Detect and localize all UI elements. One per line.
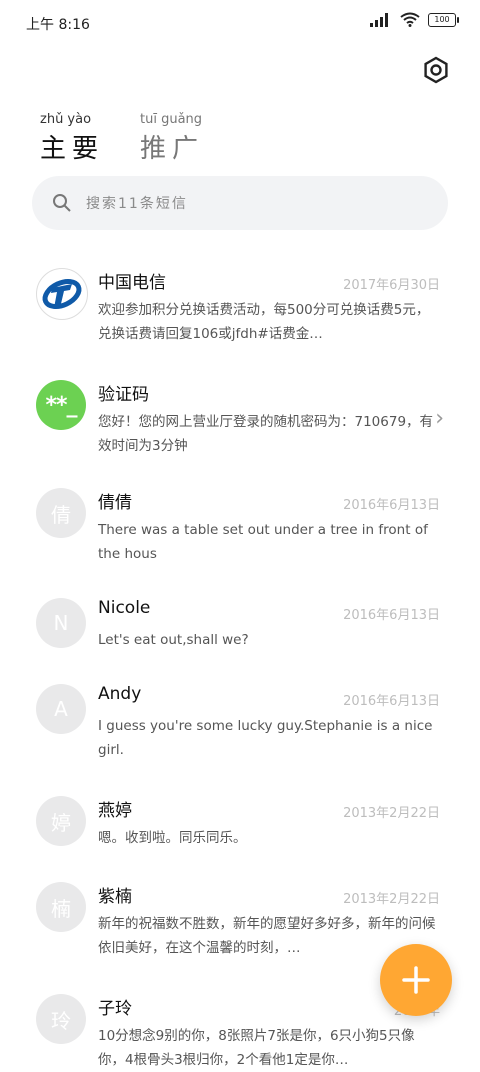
message-date: 2016年6月13日 <box>343 608 440 623</box>
status-icons: 100 <box>370 12 459 27</box>
signal-icon <box>370 12 388 27</box>
wifi-icon <box>400 12 420 27</box>
settings-button[interactable] <box>422 56 450 84</box>
avatar: 玲 <box>36 994 86 1044</box>
tab-primary-pinyin: zhǔ yào <box>40 112 92 127</box>
contact-name: 紫楠 <box>98 887 132 907</box>
message-preview: 10分想念9别的你，8张照片7张是你，6只小狗5只像你，4根骨头3根归你，2个看… <box>98 1028 415 1068</box>
status-time: 上午 8:16 <box>26 17 90 33</box>
contact-name: 燕婷 <box>98 801 132 821</box>
search-bar[interactable]: 搜索11条短信 <box>32 176 448 230</box>
avatar: A <box>36 684 86 734</box>
message-date: 2013年2月22日 <box>343 806 440 821</box>
tab-promotions-label: 推广 <box>140 134 205 164</box>
message-date: 2017年6月30日 <box>343 278 440 293</box>
message-date: 2016年6月13日 <box>343 694 440 709</box>
chevron-right-icon[interactable]: › <box>435 406 444 431</box>
new-message-button[interactable] <box>380 944 452 1016</box>
message-preview: 您好！您的网上营业厅登录的随机密码为：710679，有效时间为3分钟 <box>98 414 434 454</box>
tab-primary-label: 主要 <box>40 134 105 164</box>
message-preview: Let's eat out,shall we? <box>98 632 249 648</box>
contact-name: 倩倩 <box>98 493 132 513</box>
contact-name: 中国电信 <box>98 273 166 293</box>
message-date: 2013年2月22日 <box>343 892 440 907</box>
battery-icon: 100 <box>428 12 459 27</box>
message-preview: There was a table set out under a tree i… <box>98 522 428 562</box>
contact-name: Andy <box>98 684 142 704</box>
avatar: N <box>36 598 86 648</box>
message-date: 2016年6月13日 <box>343 498 440 513</box>
status-bar: 上午 8:16 100 <box>0 0 480 44</box>
message-preview: 欢迎参加积分兑换话费活动，每500分可兑换话费5元，兑换话费请回复106或jfd… <box>98 302 430 342</box>
avatar: **_ <box>36 380 86 430</box>
tab-promotions[interactable]: tuī guǎng 推广 <box>140 112 204 165</box>
gear-icon <box>424 56 448 84</box>
avatar <box>36 268 88 320</box>
china-telecom-logo-icon <box>42 278 82 310</box>
contact-name: 验证码 <box>98 385 149 405</box>
contact-name: Nicole <box>98 598 151 618</box>
avatar: 婷 <box>36 796 86 846</box>
contact-name: 子玲 <box>98 999 132 1019</box>
search-placeholder: 搜索11条短信 <box>86 196 188 212</box>
tab-promotions-pinyin: tuī guǎng <box>140 112 203 127</box>
plus-icon <box>402 966 430 994</box>
avatar: 倩 <box>36 488 86 538</box>
tab-primary[interactable]: zhǔ yào 主要 <box>40 112 104 165</box>
avatar: 楠 <box>36 882 86 932</box>
message-preview: 嗯。收到啦。同乐同乐。 <box>98 830 247 846</box>
message-preview: I guess you're some lucky guy.Stephanie … <box>98 718 433 758</box>
search-icon <box>53 194 71 212</box>
message-preview: 新年的祝福数不胜数，新年的愿望好多好多，新年的问候依旧美好，在这个温馨的时刻，… <box>98 916 436 956</box>
tab-bar: zhǔ yào 主要 tuī guǎng 推广 <box>40 112 204 165</box>
